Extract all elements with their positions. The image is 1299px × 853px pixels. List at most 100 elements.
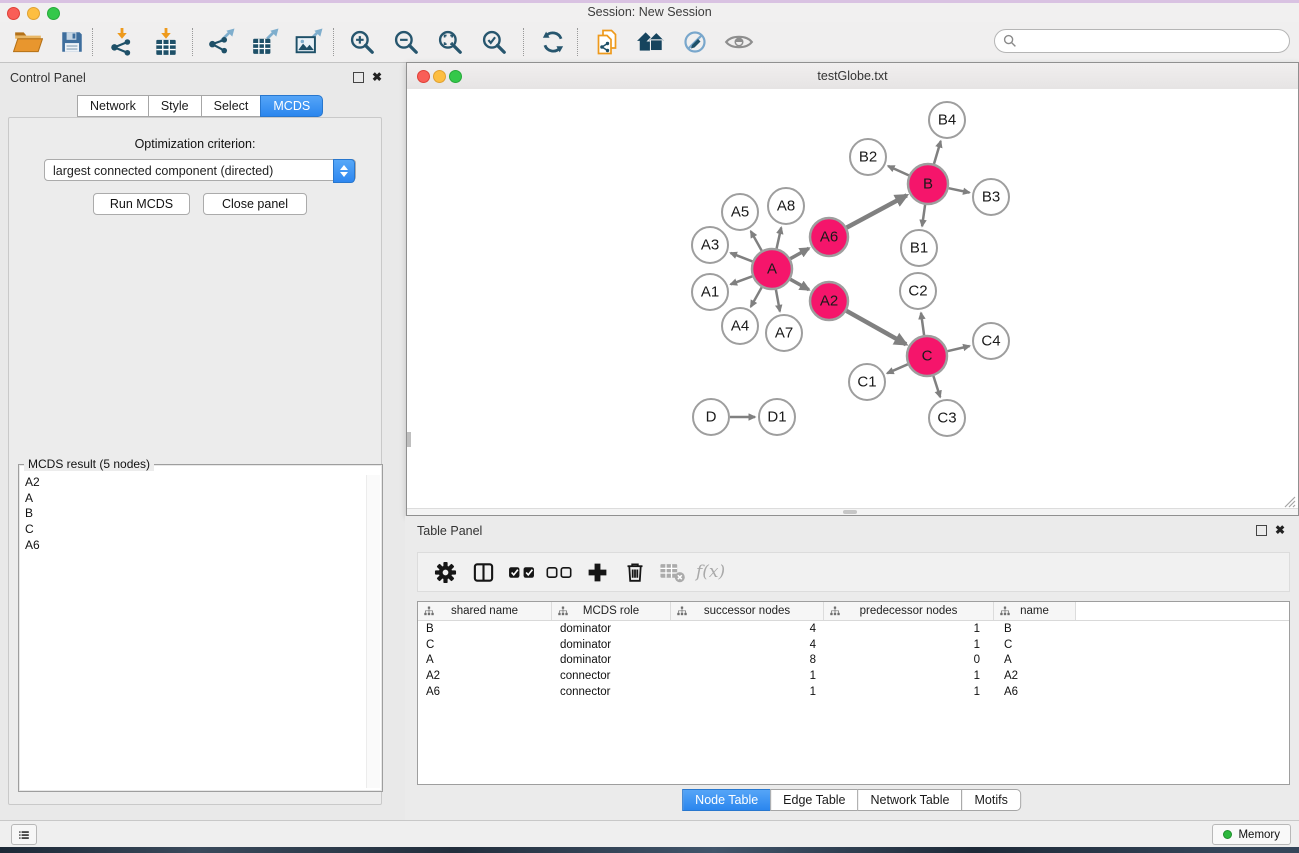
cell-mcds-role[interactable]: connector bbox=[552, 670, 671, 682]
criterion-select[interactable]: largest connected component (directed) bbox=[44, 159, 356, 181]
mcds-result-item[interactable]: A bbox=[23, 491, 364, 507]
node-B2[interactable]: B2 bbox=[850, 139, 886, 175]
cell-predecessor-nodes[interactable]: 1 bbox=[824, 670, 994, 682]
control-panel-tab[interactable]: Style bbox=[148, 95, 202, 117]
node-A8[interactable]: A8 bbox=[768, 188, 804, 224]
control-panel-tab[interactable]: MCDS bbox=[260, 95, 323, 117]
open-session-button[interactable] bbox=[11, 25, 45, 59]
cell-mcds-role[interactable]: dominator bbox=[552, 623, 671, 635]
edge-A-A5[interactable] bbox=[751, 231, 762, 251]
column-header[interactable]: name bbox=[994, 602, 1076, 620]
edge-A-A4[interactable] bbox=[751, 287, 762, 307]
annotation-pen-button[interactable] bbox=[678, 25, 712, 59]
select-all-columns-button[interactable] bbox=[505, 555, 537, 589]
edge-B-B4[interactable] bbox=[934, 141, 941, 164]
table-row[interactable]: A6 connector 1 1 A6 bbox=[418, 684, 1289, 700]
edge-A6-B[interactable] bbox=[847, 195, 907, 227]
column-header[interactable]: successor nodes bbox=[671, 602, 824, 620]
node-C4[interactable]: C4 bbox=[973, 323, 1009, 359]
add-row-button[interactable] bbox=[581, 555, 613, 589]
table-row[interactable]: A dominator 8 0 A bbox=[418, 652, 1289, 668]
mcds-result-item[interactable]: A2 bbox=[23, 475, 364, 491]
edge-B-B1[interactable] bbox=[922, 205, 925, 226]
cell-shared-name[interactable]: A bbox=[418, 654, 552, 666]
node-A2[interactable]: A2 bbox=[810, 282, 848, 320]
network-horizontal-scrollbar-thumb[interactable] bbox=[843, 510, 857, 514]
search-input[interactable] bbox=[994, 29, 1290, 53]
export-network-button[interactable] bbox=[204, 25, 238, 59]
cell-name[interactable]: B bbox=[994, 623, 1076, 635]
network-horizontal-scrollbar[interactable] bbox=[407, 508, 1298, 515]
result-list-scrollbar[interactable] bbox=[366, 475, 380, 788]
edge-B-B3[interactable] bbox=[949, 188, 970, 192]
cell-successor-nodes[interactable]: 1 bbox=[671, 686, 824, 698]
control-panel-tab[interactable]: Network bbox=[77, 95, 149, 117]
zoom-selected-button[interactable] bbox=[477, 25, 511, 59]
node-B4[interactable]: B4 bbox=[929, 102, 965, 138]
cell-name[interactable]: A bbox=[994, 654, 1076, 666]
table-panel-tab[interactable]: Motifs bbox=[961, 789, 1020, 811]
cell-mcds-role[interactable]: connector bbox=[552, 686, 671, 698]
zoom-out-button[interactable] bbox=[389, 25, 423, 59]
node-B1[interactable]: B1 bbox=[901, 230, 937, 266]
node-B3[interactable]: B3 bbox=[973, 179, 1009, 215]
control-panel-tab[interactable]: Select bbox=[201, 95, 262, 117]
table-panel-tab[interactable]: Node Table bbox=[682, 789, 771, 811]
network-window-titlebar[interactable]: testGlobe.txt bbox=[407, 63, 1298, 90]
node-A6[interactable]: A6 bbox=[810, 218, 848, 256]
export-image-button[interactable] bbox=[292, 25, 326, 59]
app-titlebar[interactable]: Session: New Session bbox=[0, 3, 1299, 23]
eye-button[interactable] bbox=[722, 25, 756, 59]
refresh-button[interactable] bbox=[536, 25, 570, 59]
close-panel-icon[interactable]: ✖ bbox=[372, 72, 382, 83]
mcds-result-item[interactable]: A6 bbox=[23, 538, 364, 554]
cell-predecessor-nodes[interactable]: 0 bbox=[824, 654, 994, 666]
clear-table-button[interactable] bbox=[657, 555, 689, 589]
select-stepper[interactable] bbox=[333, 159, 355, 183]
node-A4[interactable]: A4 bbox=[722, 308, 758, 344]
column-header[interactable]: shared name bbox=[418, 602, 552, 620]
node-A7[interactable]: A7 bbox=[766, 315, 802, 351]
mcds-result-item[interactable]: C bbox=[23, 522, 364, 538]
duplicate-network-button[interactable] bbox=[590, 25, 624, 59]
node-B[interactable]: B bbox=[908, 164, 948, 204]
node-C[interactable]: C bbox=[907, 336, 947, 376]
cell-mcds-role[interactable]: dominator bbox=[552, 654, 671, 666]
table-panel-tab[interactable]: Edge Table bbox=[770, 789, 858, 811]
cell-mcds-role[interactable]: dominator bbox=[552, 639, 671, 651]
node-C2[interactable]: C2 bbox=[900, 273, 936, 309]
edge-A-A8[interactable] bbox=[777, 228, 782, 249]
memory-button[interactable]: Memory bbox=[1212, 824, 1291, 845]
table-panel-tab[interactable]: Network Table bbox=[858, 789, 963, 811]
node-A5[interactable]: A5 bbox=[722, 194, 758, 230]
export-table-button[interactable] bbox=[248, 25, 282, 59]
zoom-in-button[interactable] bbox=[345, 25, 379, 59]
table-row[interactable]: C dominator 4 1 C bbox=[418, 637, 1289, 653]
edge-A-A7[interactable] bbox=[776, 290, 780, 312]
edge-A-A2[interactable] bbox=[790, 279, 809, 289]
split-columns-button[interactable] bbox=[467, 555, 499, 589]
cell-predecessor-nodes[interactable]: 1 bbox=[824, 686, 994, 698]
deselect-all-columns-button[interactable] bbox=[543, 555, 575, 589]
float-panel-icon[interactable] bbox=[353, 72, 364, 83]
cell-successor-nodes[interactable]: 1 bbox=[671, 670, 824, 682]
edge-C-C4[interactable] bbox=[947, 346, 969, 351]
edge-A-A1[interactable] bbox=[731, 276, 753, 284]
network-canvas[interactable]: B4B2BB3A5A8A6B1A3AC2A1A2A4A7C4CC1DD1C3 bbox=[407, 89, 1298, 510]
cell-name[interactable]: A6 bbox=[994, 686, 1076, 698]
node-D1[interactable]: D1 bbox=[759, 399, 795, 435]
delete-row-button[interactable] bbox=[619, 555, 651, 589]
node-D[interactable]: D bbox=[693, 399, 729, 435]
table-row[interactable]: B dominator 4 1 B bbox=[418, 621, 1289, 637]
cell-successor-nodes[interactable]: 4 bbox=[671, 639, 824, 651]
mcds-result-item[interactable]: B bbox=[23, 506, 364, 522]
column-header[interactable]: MCDS role bbox=[552, 602, 671, 620]
task-history-button[interactable] bbox=[11, 824, 37, 845]
network-vertical-scrollbar-thumb[interactable] bbox=[407, 432, 411, 447]
save-session-button[interactable] bbox=[55, 25, 89, 59]
table-settings-button[interactable] bbox=[429, 555, 461, 589]
table-row[interactable]: A2 connector 1 1 A2 bbox=[418, 668, 1289, 684]
node-C3[interactable]: C3 bbox=[929, 400, 965, 436]
zoom-fit-button[interactable] bbox=[433, 25, 467, 59]
node-A3[interactable]: A3 bbox=[692, 227, 728, 263]
